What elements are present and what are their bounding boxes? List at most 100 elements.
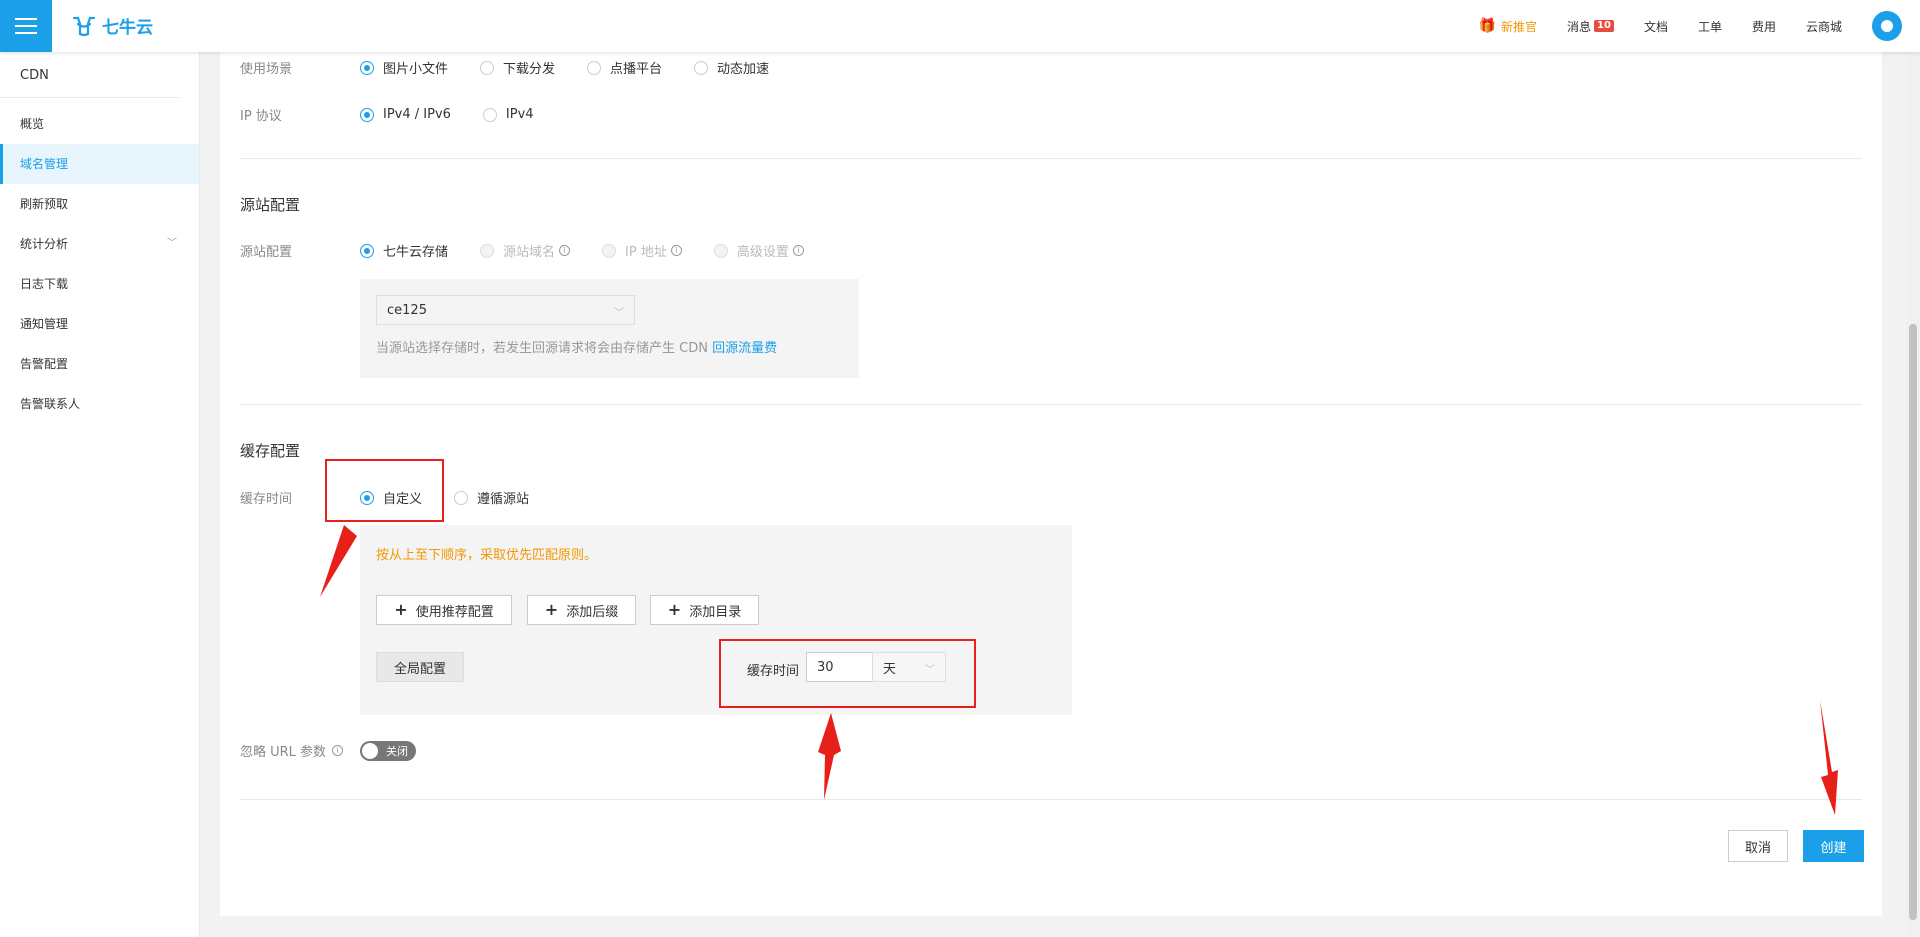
radio-dot	[360, 107, 374, 122]
add-directory-button[interactable]: + 添加目录	[650, 595, 759, 625]
bucket-select[interactable]: ce125 ﹀	[376, 295, 635, 325]
ignore-url-row: 忽略 URL 参数 i	[240, 741, 344, 760]
radio-dot	[480, 60, 495, 75]
messages-link[interactable]: 消息 10	[1567, 18, 1614, 35]
brand-logo[interactable]: 七牛云	[72, 13, 153, 38]
toggle-knob	[362, 743, 378, 759]
radio-label: 高级设置	[736, 245, 789, 260]
radio-dot	[480, 243, 495, 258]
divider	[240, 158, 1862, 159]
button-label: 添加后缀	[566, 604, 619, 620]
menu-line	[15, 32, 37, 34]
usage-option-image[interactable]: 图片小文件	[360, 58, 448, 77]
menu-line	[15, 18, 37, 20]
ip-option-v4[interactable]: IPv4	[482, 107, 534, 122]
usage-option-dynamic[interactable]: 动态加速	[694, 58, 769, 77]
hamburger-menu-button[interactable]	[0, 0, 52, 52]
store-link[interactable]: 云商城	[1806, 18, 1842, 35]
global-config-tag: 全局配置	[376, 652, 464, 682]
chevron-down-icon: ﹀	[167, 238, 177, 249]
menu-line	[15, 25, 37, 27]
radio-label: 下载分发	[503, 62, 556, 77]
radio-label: IPv4	[505, 107, 534, 122]
user-icon	[1881, 20, 1893, 32]
origin-row: 源站配置 七牛云存储 源站域名 i IP 地址 i 高级设置 i	[240, 241, 804, 260]
ip-protocol-label: IP 协议	[240, 109, 282, 124]
origin-section-title: 源站配置	[240, 196, 301, 214]
sidebar-item-notifications[interactable]: 通知管理	[0, 304, 199, 344]
radio-label: 七牛云存储	[383, 245, 449, 260]
origin-option-qiniu[interactable]: 七牛云存储	[360, 241, 448, 260]
sidebar-item-log-download[interactable]: 日志下载	[0, 264, 199, 304]
button-label: 使用推荐配置	[415, 604, 494, 620]
radio-label: 源站域名	[503, 245, 556, 260]
billing-link[interactable]: 费用	[1752, 18, 1776, 35]
cache-option-follow-origin[interactable]: 遵循源站	[454, 488, 529, 507]
origin-settings-panel	[360, 279, 859, 378]
radio-label: 图片小文件	[383, 62, 449, 77]
radio-dot	[360, 60, 374, 75]
radio-dot	[587, 60, 602, 75]
cache-section-title: 缓存配置	[240, 442, 301, 460]
info-icon[interactable]: i	[559, 245, 571, 256]
create-button[interactable]: 创建	[1803, 830, 1864, 862]
radio-dot	[482, 107, 497, 122]
ignore-url-toggle[interactable]: 关闭	[360, 741, 416, 761]
radio-dot	[454, 490, 469, 505]
plus-icon: +	[544, 600, 559, 619]
scrollbar-thumb[interactable]	[1909, 324, 1917, 920]
radio-dot	[713, 243, 728, 258]
cache-rule-note: 按从上至下顺序，采取优先匹配原则。	[376, 548, 598, 563]
button-label: 添加目录	[689, 604, 742, 620]
messages-label: 消息	[1567, 19, 1592, 34]
cancel-button[interactable]: 取消	[1728, 830, 1788, 862]
origin-traffic-fee-link[interactable]: 回源流量费	[712, 341, 777, 356]
radio-label: IP 地址	[625, 245, 667, 260]
qiniu-logo-icon	[72, 16, 96, 36]
radio-label: 动态加速	[717, 62, 770, 77]
sidebar: CDN 概览 域名管理 刷新预取 统计分析 ﹀ 日志下载 通知管理 告警配置 告…	[0, 52, 200, 937]
messages-count-badge: 10	[1594, 20, 1614, 32]
origin-note-text: 当源站选择存储时，若发生回源请求将会由存储产生 CDN	[376, 341, 713, 356]
radio-label: 遵循源站	[477, 492, 530, 507]
chevron-down-icon: ﹀	[614, 308, 624, 319]
ticket-link[interactable]: 工单	[1698, 18, 1722, 35]
info-icon[interactable]: i	[332, 745, 344, 756]
sidebar-item-statistics[interactable]: 统计分析 ﹀	[0, 224, 199, 264]
use-recommended-config-button[interactable]: + 使用推荐配置	[376, 595, 512, 625]
new-officer-label: 新推官	[1500, 19, 1537, 34]
new-officer-link[interactable]: 🎁 新推官	[1479, 18, 1537, 35]
ip-protocol-row: IP 协议 IPv4 / IPv6 IPv4	[240, 105, 534, 124]
sidebar-item-refresh-prefetch[interactable]: 刷新预取	[0, 184, 199, 224]
origin-option-advanced[interactable]: 高级设置 i	[713, 241, 804, 260]
sidebar-item-domain-management[interactable]: 域名管理	[0, 144, 199, 184]
bucket-select-value: ce125	[387, 302, 427, 318]
origin-option-domain[interactable]: 源站域名 i	[480, 241, 571, 260]
sidebar-item-label: 统计分析	[20, 237, 69, 251]
plus-icon: +	[667, 600, 682, 619]
sidebar-title: CDN	[0, 52, 179, 98]
domain-form-card: 使用场景 图片小文件 下载分发 点播平台 动态加速 IP 协议 IPv4 / I…	[220, 52, 1882, 916]
docs-link[interactable]: 文档	[1644, 18, 1668, 35]
page-scrollbar[interactable]	[1906, 52, 1920, 937]
sidebar-item-alert-config[interactable]: 告警配置	[0, 344, 199, 384]
usage-option-vod[interactable]: 点播平台	[587, 58, 662, 77]
toggle-label: 关闭	[386, 745, 408, 758]
sidebar-item-alert-contacts[interactable]: 告警联系人	[0, 384, 199, 424]
brand-name: 七牛云	[102, 18, 153, 38]
annotation-box-cache-duration	[719, 639, 976, 708]
divider	[240, 404, 1862, 405]
top-nav: 🎁 新推官 消息 10 文档 工单 费用 云商城	[1479, 0, 1920, 52]
radio-dot	[602, 243, 617, 258]
avatar[interactable]	[1872, 11, 1902, 41]
origin-option-ip[interactable]: IP 地址 i	[602, 241, 682, 260]
gift-icon: 🎁	[1478, 18, 1496, 34]
radio-dot	[360, 243, 374, 258]
ip-option-dual[interactable]: IPv4 / IPv6	[360, 107, 451, 122]
info-icon[interactable]: i	[670, 245, 682, 256]
radio-dot	[694, 60, 709, 75]
sidebar-item-overview[interactable]: 概览	[0, 104, 199, 144]
info-icon[interactable]: i	[792, 245, 804, 256]
usage-option-download[interactable]: 下载分发	[480, 58, 555, 77]
add-suffix-button[interactable]: + 添加后缀	[527, 595, 636, 625]
